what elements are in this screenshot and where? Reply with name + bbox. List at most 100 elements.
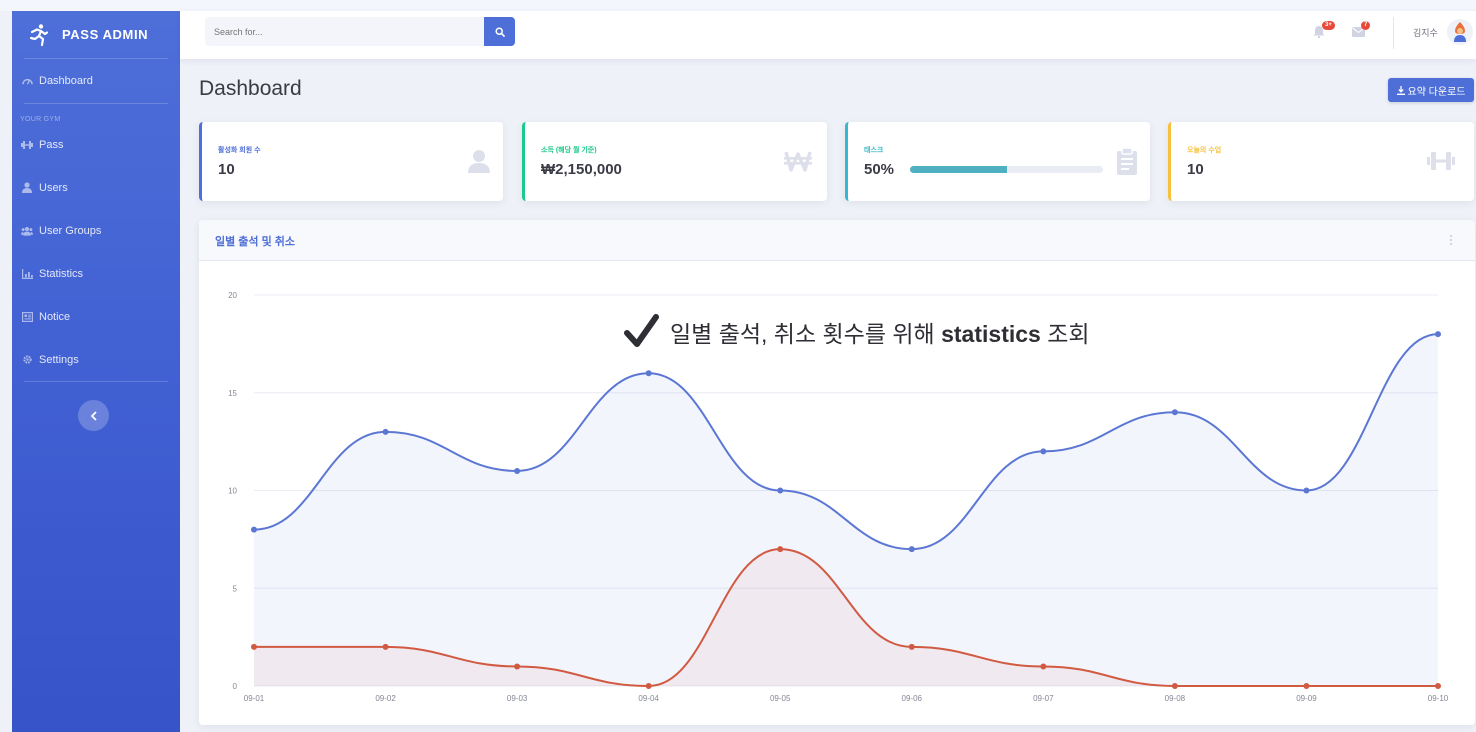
card-label: 오늘의 수업 — [1187, 147, 1222, 154]
sidebar-item-settings[interactable]: Settings — [12, 338, 180, 381]
data-point[interactable] — [1303, 487, 1310, 494]
sidebar-item-label: Settings — [39, 353, 79, 366]
more-options-icon[interactable] — [1449, 234, 1453, 246]
sidebar-item-label: Statistics — [39, 267, 84, 280]
x-tick-label: 09-03 — [507, 694, 528, 703]
topbar-divider — [1393, 17, 1394, 49]
data-point[interactable] — [1435, 683, 1441, 689]
data-point[interactable] — [251, 526, 257, 533]
annotation-text: 일별 출석, 취소 횟수를 위해 statistics 조회 — [670, 315, 1090, 349]
annotation-overlay: 일별 출석, 취소 횟수를 위해 statistics 조회 — [624, 314, 1090, 350]
data-point[interactable] — [645, 683, 652, 689]
brand-name: PASS ADMIN — [62, 27, 149, 42]
gear-icon — [21, 354, 33, 366]
messages-button[interactable]: 7 — [1352, 21, 1372, 39]
card-value: 10 — [218, 161, 235, 178]
data-point[interactable] — [1303, 683, 1310, 689]
download-summary-button[interactable]: 요약 다운로드 — [1388, 78, 1474, 102]
newspaper-icon — [21, 311, 33, 323]
download-button-label: 요약 다운로드 — [1407, 86, 1466, 98]
data-point[interactable] — [645, 370, 652, 377]
data-point[interactable] — [1435, 331, 1441, 338]
sidebar-heading: YOUR GYM — [20, 116, 61, 123]
card-todays-classes: 오늘의 수업 10 — [1168, 122, 1474, 201]
data-point[interactable] — [382, 643, 389, 650]
data-point[interactable] — [908, 546, 915, 553]
messages-badge: 7 — [1361, 21, 1371, 30]
sidebar-item-label: Notice — [39, 310, 71, 323]
data-point[interactable] — [777, 546, 784, 553]
alerts-badge: 3+ — [1322, 21, 1335, 30]
search-button[interactable] — [484, 17, 515, 46]
card-label: 태스크 — [864, 147, 884, 154]
card-active-members: 활성화 회원 수 10 — [199, 122, 503, 201]
chart-title: 일별 출석 및 취소 — [215, 236, 296, 248]
x-tick-label: 09-01 — [244, 694, 265, 703]
dumbbell-icon — [1427, 152, 1455, 170]
card-label: 활성화 회원 수 — [218, 147, 261, 154]
chart-card-header: 일별 출석 및 취소 — [199, 220, 1475, 261]
x-tick-label: 09-04 — [638, 694, 659, 703]
data-point[interactable] — [777, 487, 784, 494]
search-form — [205, 17, 515, 46]
user-name[interactable]: 김지수 — [1413, 26, 1438, 39]
dumbbell-icon — [21, 139, 33, 151]
won-icon — [784, 151, 812, 172]
data-point[interactable] — [251, 643, 257, 650]
sidebar-item-label: Pass — [39, 138, 64, 151]
sidebar-item-pass[interactable]: Pass — [12, 123, 180, 166]
search-input[interactable] — [205, 17, 484, 46]
data-point[interactable] — [1171, 409, 1178, 416]
sidebar-divider — [24, 381, 168, 382]
card-value: 50% — [864, 161, 895, 178]
card-income: 소득 (해당 월 기준) ₩2,150,000 — [522, 122, 827, 201]
x-tick-label: 09-09 — [1296, 694, 1317, 703]
sidebar-item-user-groups[interactable]: User Groups — [12, 209, 180, 252]
alerts-button[interactable]: 3+ — [1313, 21, 1335, 39]
card-label: 소득 (해당 월 기준) — [541, 147, 597, 154]
card-tasks: 태스크 50% — [845, 122, 1150, 201]
card-value: ₩2,150,000 — [541, 161, 622, 178]
data-point[interactable] — [908, 643, 915, 650]
checkmark-icon — [624, 314, 659, 347]
annotation-text-after: 조회 — [1047, 321, 1090, 347]
profile-avatar-icon — [1454, 22, 1466, 42]
sidebar: PASS ADMIN Dashboard YOUR GYM Pass Users… — [12, 11, 180, 732]
task-progress-bar — [910, 166, 1103, 173]
sidebar-item-label: Dashboard — [39, 75, 93, 87]
sidebar-item-dashboard[interactable]: Dashboard — [12, 59, 180, 103]
y-tick-label: 10 — [228, 487, 237, 496]
y-tick-label: 15 — [228, 389, 237, 398]
bar-chart-icon — [21, 268, 33, 280]
x-tick-label: 09-06 — [902, 694, 923, 703]
x-tick-label: 09-02 — [375, 694, 396, 703]
annotation-text-bold: statistics — [941, 321, 1041, 347]
window-top-strip — [0, 0, 1476, 11]
avatar[interactable] — [1447, 19, 1473, 45]
data-point[interactable] — [1040, 663, 1047, 670]
y-tick-label: 20 — [228, 291, 237, 300]
user-icon — [468, 150, 490, 173]
y-tick-label: 5 — [233, 584, 238, 593]
data-point[interactable] — [1171, 683, 1178, 689]
sidebar-item-label: User Groups — [39, 224, 102, 237]
data-point[interactable] — [382, 428, 389, 435]
user-icon — [21, 182, 33, 194]
y-tick-label: 0 — [233, 682, 238, 691]
sidebar-toggle-button[interactable] — [78, 400, 109, 431]
x-tick-label: 09-10 — [1428, 694, 1449, 703]
tachometer-icon — [21, 75, 33, 87]
annotation-text-before: 일별 출석, 취소 횟수를 위해 — [670, 321, 935, 347]
sidebar-item-users[interactable]: Users — [12, 166, 180, 209]
runner-icon — [29, 23, 49, 46]
data-point[interactable] — [514, 663, 521, 670]
sidebar-item-statistics[interactable]: Statistics — [12, 252, 180, 295]
sidebar-item-notice[interactable]: Notice — [12, 295, 180, 338]
data-point[interactable] — [1040, 448, 1047, 455]
data-point[interactable] — [514, 467, 521, 474]
download-icon — [1396, 85, 1405, 95]
page-title: Dashboard — [199, 77, 302, 100]
card-value: 10 — [1187, 161, 1204, 178]
brand[interactable]: PASS ADMIN — [12, 11, 180, 58]
clipboard-icon — [1117, 147, 1137, 175]
